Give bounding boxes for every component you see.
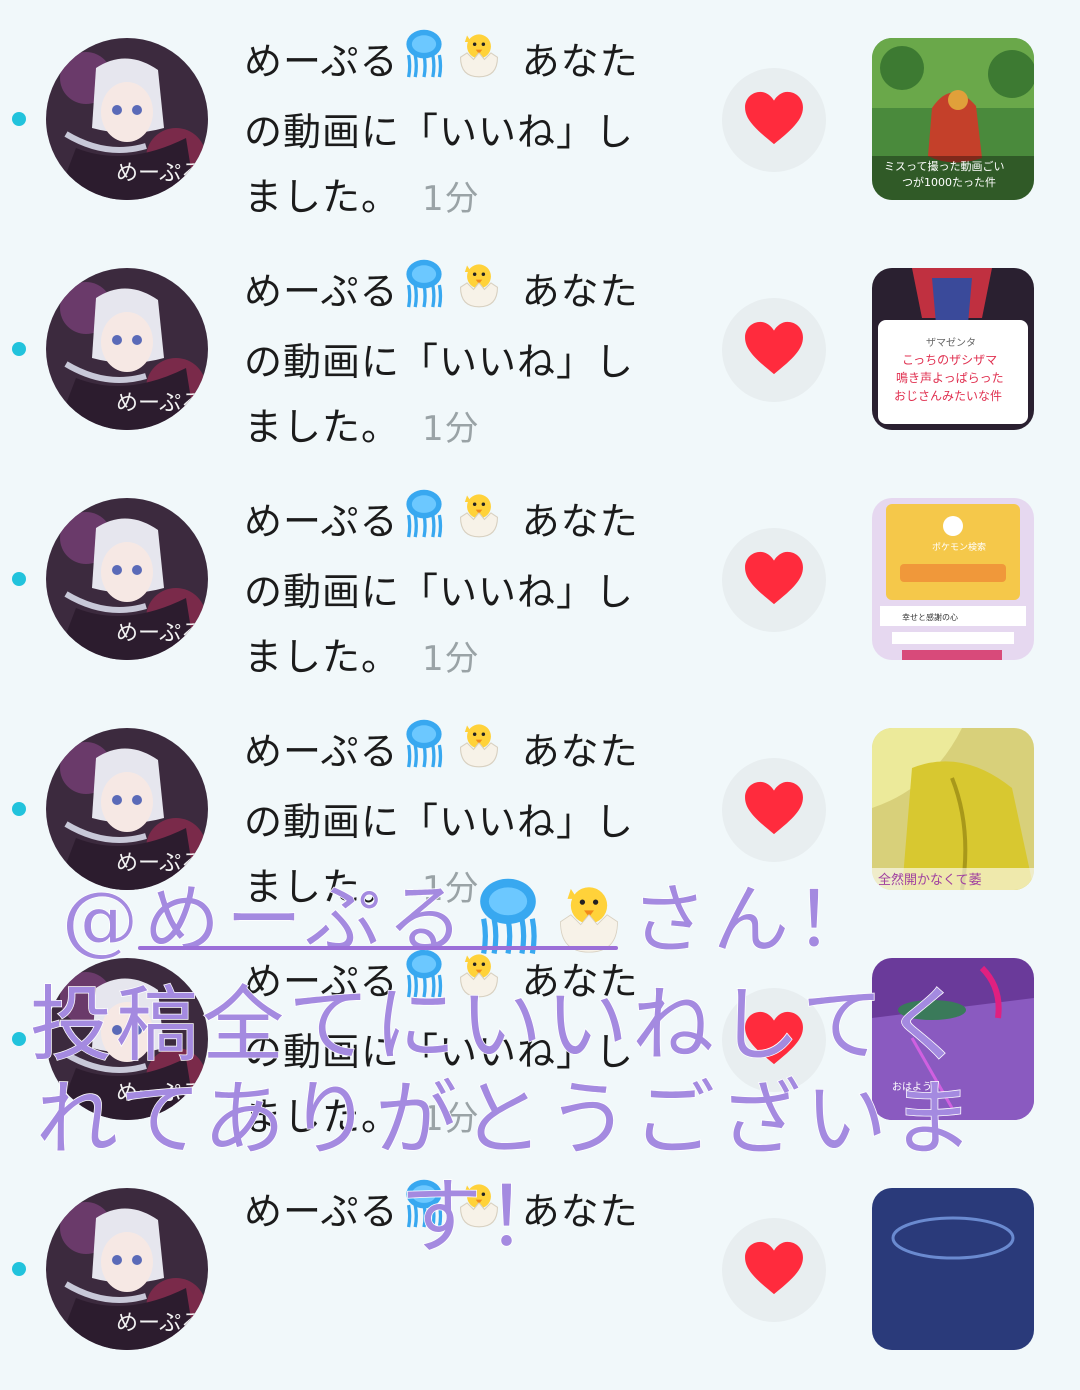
like-button[interactable] [722, 68, 826, 172]
svg-text:めーぷる: めーぷる [116, 1081, 203, 1106]
avatar[interactable]: めーぷる [46, 38, 208, 200]
timestamp: 1分 [422, 409, 480, 449]
notification-text: めーぷる あなたの動画に「いいね」し ました。 1分 [244, 28, 664, 232]
like-button[interactable] [722, 758, 826, 862]
hatching-chick-icon [454, 488, 504, 560]
notification-item[interactable]: めーぷる めーぷる あなた の動画に「いいね」し ました。 1分 おはよう [0, 930, 1080, 1160]
jellyfish-icon [402, 28, 446, 100]
svg-text:めーぷる: めーぷる [116, 851, 203, 876]
notification-text: めーぷる あなたの動画に「いいね」し ました。 1分 [244, 258, 664, 462]
video-thumbnail[interactable]: 全然開かなくて萎 [872, 728, 1034, 890]
svg-text:ポケモン検索: ポケモン検索 [932, 541, 986, 553]
message-part-2: の動画に「いいね」し [244, 570, 635, 614]
user-name[interactable]: めーぷる [244, 500, 398, 544]
avatar[interactable]: めーぷる [46, 498, 208, 660]
notification-item[interactable]: めーぷる めーぷる あなた [0, 1160, 1080, 1390]
message-part-2: の動画に「いいね」し [244, 110, 635, 154]
timestamp: 1分 [422, 639, 480, 679]
heart-icon [743, 550, 805, 610]
unread-dot [12, 802, 26, 816]
unread-dot [12, 1032, 26, 1046]
heart-icon [743, 780, 805, 840]
svg-text:こっちのザシザマ: こっちのザシザマ [902, 353, 997, 367]
message-part-2: の動画に「いいね」し [244, 800, 635, 844]
user-name[interactable]: めーぷる [244, 960, 398, 1004]
hatching-chick-icon [454, 258, 504, 330]
user-name[interactable]: めーぷる [244, 40, 398, 84]
video-thumbnail[interactable]: ポケモン検索幸せと感謝の心 [872, 498, 1034, 660]
heart-icon [743, 1240, 805, 1300]
svg-text:めーぷる: めーぷる [116, 1311, 203, 1336]
svg-text:ミスって撮った動画ごい: ミスって撮った動画ごい [884, 159, 1004, 173]
video-thumbnail[interactable] [872, 1188, 1034, 1350]
notification-item[interactable]: めーぷる めーぷる あなた の動画に「いいね」し ました。 1分 ザマゼンタ こっちのザシザ… [0, 240, 1080, 470]
hatching-chick-icon [454, 718, 504, 790]
jellyfish-icon [402, 1178, 446, 1250]
jellyfish-icon [402, 718, 446, 790]
hatching-chick-icon [454, 28, 504, 100]
hatching-chick-icon [454, 948, 504, 1020]
jellyfish-icon [402, 948, 446, 1020]
message-part-3: ました。 [244, 635, 401, 679]
message-part-3: ました。 [244, 865, 401, 909]
notification-text: めーぷる あなた [244, 1178, 664, 1317]
notification-item[interactable]: めーぷる めーぷる あなた の動画に「いいね」し ました。 1分 全然開かなくて萎 [0, 700, 1080, 930]
user-name[interactable]: めーぷる [244, 1190, 398, 1234]
message-part-2: の動画に「いいね」し [244, 340, 635, 384]
notification-list: めーぷる めーぷる あなた の動画に「いいね」し ました。 1分 ミスって撮った動画ごいつ… [0, 0, 1080, 1350]
message-part-1: あなた [521, 1189, 639, 1234]
message-part-1: あなた [521, 729, 639, 774]
message-part-1: あなた [521, 39, 639, 84]
svg-text:めーぷる: めーぷる [116, 621, 203, 646]
notification-item[interactable]: めーぷる めーぷる あなた の動画に「いいね」し ました。 1分 ミスって撮った動画ごいつ… [0, 10, 1080, 240]
message-part-3: ました。 [244, 1095, 401, 1139]
svg-text:幸せと感謝の心: 幸せと感謝の心 [902, 612, 958, 622]
unread-dot [12, 342, 26, 356]
timestamp: 1分 [422, 869, 480, 909]
svg-text:鳴き声よっぱらった: 鳴き声よっぱらった [896, 371, 1004, 385]
unread-dot [12, 572, 26, 586]
like-button[interactable] [722, 298, 826, 402]
svg-text:めーぷる: めーぷる [116, 391, 203, 416]
message-part-1: あなた [521, 959, 639, 1004]
video-thumbnail[interactable]: ミスって撮った動画ごいつが1000たった件 [872, 38, 1034, 200]
notification-text: めーぷる あなたの動画に「いいね」し ました。 1分 [244, 718, 664, 922]
message-part-2: の動画に「いいね」し [244, 1030, 635, 1074]
heart-icon [743, 90, 805, 150]
jellyfish-icon [402, 488, 446, 560]
avatar[interactable]: めーぷる [46, 958, 208, 1120]
heart-icon [743, 1010, 805, 1070]
svg-text:めーぷる: めーぷる [116, 161, 203, 186]
heart-icon [743, 320, 805, 380]
notification-text: めーぷる あなたの動画に「いいね」し ました。 1分 [244, 488, 664, 692]
svg-text:ザマゼンタ: ザマゼンタ [926, 337, 976, 349]
user-name[interactable]: めーぷる [244, 270, 398, 314]
notification-text: めーぷる あなたの動画に「いいね」し ました。 1分 [244, 948, 664, 1152]
avatar[interactable]: めーぷる [46, 1188, 208, 1350]
unread-dot [12, 112, 26, 126]
svg-text:おはよう: おはよう [892, 1081, 932, 1093]
message-part-1: あなた [521, 269, 639, 314]
hatching-chick-icon [454, 1178, 504, 1250]
notification-item[interactable]: めーぷる めーぷる あなた の動画に「いいね」し ました。 1分 ポケモン検索 幸せと感謝の… [0, 470, 1080, 700]
message-part-1: あなた [521, 499, 639, 544]
unread-dot [12, 1262, 26, 1276]
message-part-3: ました。 [244, 405, 401, 449]
svg-text:全然開かなくて萎: 全然開かなくて萎 [878, 872, 982, 888]
like-button[interactable] [722, 1218, 826, 1322]
video-thumbnail[interactable]: おはよう [872, 958, 1034, 1120]
timestamp: 1分 [422, 1099, 480, 1139]
message-part-3: ました。 [244, 175, 401, 219]
timestamp: 1分 [422, 179, 480, 219]
avatar[interactable]: めーぷる [46, 268, 208, 430]
video-thumbnail[interactable]: ザマゼンタこっちのザシザマ 鳴き声よっぱらった おじさんみたいな件 [872, 268, 1034, 430]
svg-text:つが1000たった件: つが1000たった件 [902, 175, 996, 189]
like-button[interactable] [722, 988, 826, 1092]
avatar[interactable]: めーぷる [46, 728, 208, 890]
jellyfish-icon [402, 258, 446, 330]
like-button[interactable] [722, 528, 826, 632]
user-name[interactable]: めーぷる [244, 730, 398, 774]
svg-text:おじさんみたいな件: おじさんみたいな件 [894, 389, 1002, 403]
